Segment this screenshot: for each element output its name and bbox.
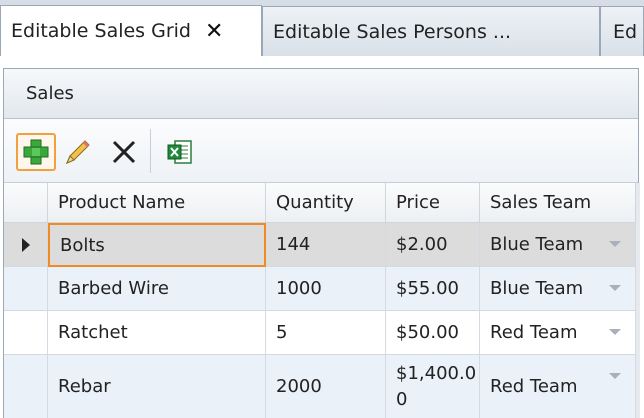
cell-sales-team[interactable]: Red Team: [480, 311, 636, 355]
plus-icon: [23, 139, 49, 165]
pencil-icon: [66, 140, 90, 164]
sales-team-value: Blue Team: [490, 234, 584, 255]
cell-price[interactable]: $2.00: [386, 223, 480, 267]
vertical-scrollbar[interactable]: [636, 183, 640, 418]
cell-quantity[interactable]: 5: [266, 311, 386, 355]
panel-title: Sales: [4, 69, 638, 119]
row-indicator: [4, 223, 48, 267]
cell-sales-team[interactable]: Blue Team: [480, 223, 636, 267]
cell-price[interactable]: $55.00: [386, 267, 480, 311]
current-row-arrow-icon: [21, 237, 30, 252]
sales-team-value: Blue Team: [490, 278, 584, 299]
row-indicator: [4, 311, 48, 355]
x-icon: [112, 140, 136, 164]
cell-product-name[interactable]: Bolts: [48, 223, 266, 267]
tab-label: Ed: [613, 20, 638, 43]
table-row[interactable]: Rebar 2000 $1,400.00 Red Team: [4, 355, 636, 418]
tab-bar: Editable Sales Grid ✕ Editable Sales Per…: [0, 0, 644, 56]
grid-toolbar: [4, 119, 638, 183]
cell-quantity[interactable]: 2000: [266, 355, 386, 418]
tab-label: Editable Sales Grid: [11, 20, 191, 42]
cell-price[interactable]: $1,400.00: [386, 355, 480, 418]
delete-button[interactable]: [104, 133, 144, 171]
cell-sales-team[interactable]: Blue Team: [480, 267, 636, 311]
tab-editable-sales-grid[interactable]: Editable Sales Grid ✕: [0, 5, 262, 56]
edit-button[interactable]: [58, 133, 98, 171]
cell-quantity[interactable]: 144: [266, 223, 386, 267]
tab-ed[interactable]: Ed: [600, 6, 644, 56]
row-indicator: [4, 267, 48, 311]
export-excel-button[interactable]: [160, 133, 200, 171]
chevron-down-icon[interactable]: [609, 241, 621, 247]
row-indicator-header: [4, 183, 48, 223]
toolbar-separator: [150, 129, 151, 173]
sales-team-value: Red Team: [490, 322, 578, 343]
cell-product-name[interactable]: Rebar: [48, 355, 266, 418]
table-row[interactable]: Barbed Wire 1000 $55.00 Blue Team: [4, 267, 636, 311]
tab-label: Editable Sales Persons ...: [273, 20, 512, 43]
column-header-price[interactable]: Price: [386, 183, 480, 223]
table-row[interactable]: Bolts 144 $2.00 Blue Team: [4, 223, 636, 267]
cell-sales-team[interactable]: Red Team: [480, 355, 636, 418]
column-header-quantity[interactable]: Quantity: [266, 183, 386, 223]
column-header-sales-team[interactable]: Sales Team: [480, 183, 636, 223]
row-indicator: [4, 355, 48, 418]
table-row[interactable]: Ratchet 5 $50.00 Red Team: [4, 311, 636, 355]
add-button[interactable]: [16, 133, 56, 171]
sales-panel: Sales Product Name Quantity Price Sales …: [3, 68, 640, 418]
chevron-down-icon[interactable]: [609, 373, 621, 379]
close-icon[interactable]: ✕: [205, 19, 223, 44]
column-header-product-name[interactable]: Product Name: [48, 183, 266, 223]
tab-editable-sales-persons[interactable]: Editable Sales Persons ...: [262, 6, 600, 56]
cell-product-name[interactable]: Ratchet: [48, 311, 266, 355]
cell-price[interactable]: $50.00: [386, 311, 480, 355]
chevron-down-icon[interactable]: [609, 329, 621, 335]
sales-team-value: Red Team: [490, 376, 578, 397]
excel-icon: [167, 140, 192, 164]
chevron-down-icon[interactable]: [609, 285, 621, 291]
cell-product-name[interactable]: Barbed Wire: [48, 267, 266, 311]
cell-quantity[interactable]: 1000: [266, 267, 386, 311]
